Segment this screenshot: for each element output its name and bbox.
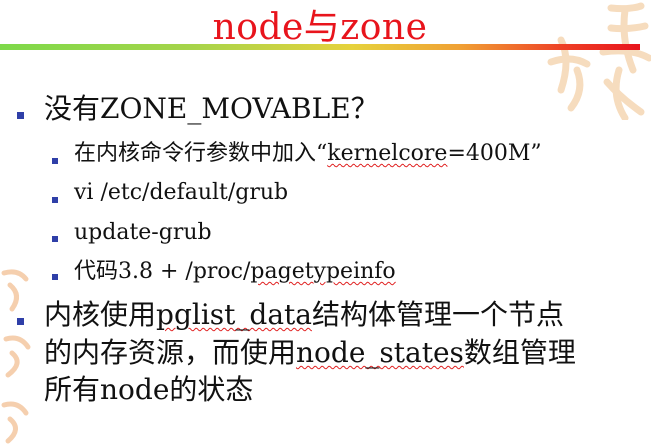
bullet-item: 没有ZONE_MOVABLE？ [44, 92, 379, 126]
bullet-item-continuation: 所有node的状态 [44, 373, 253, 407]
spellcheck-term: pagetypeinfo [250, 259, 396, 284]
bullet-icon [52, 236, 58, 242]
slide: node与zone 没有ZONE_MOVABLE？ 在内核命令行参数中加入“ke… [0, 0, 655, 446]
bullet-item-text: 代码3.8 + /proc/ [74, 259, 251, 284]
bullet-item-text: 内核使用 [44, 298, 157, 331]
bullet-item-text: 数组管理 [463, 336, 576, 369]
title-gradient-bar [0, 44, 640, 50]
bullet-item-text: =400M” [447, 141, 542, 166]
bullet-icon [17, 112, 24, 119]
bullet-icon [52, 274, 58, 280]
bullet-item: 内核使用pglist_data结构体管理一个节点 [44, 298, 564, 332]
bullet-item-text: 所有node的状态 [44, 373, 254, 406]
bullet-item-text: vi /etc/default/grub [74, 180, 289, 205]
bullet-icon [17, 318, 24, 325]
bullet-item-text: 结构体管理一个节点 [311, 298, 564, 331]
bullet-item-text: 的内存资源，而使用 [44, 336, 297, 369]
bullet-item: vi /etc/default/grub [74, 179, 288, 207]
spellcheck-term: node_states [296, 336, 464, 369]
bullet-item: 在内核命令行参数中加入“kernelcore=400M” [74, 140, 542, 168]
bullet-icon [52, 197, 58, 203]
left-calligraphy-decoration-icon [1, 269, 31, 444]
bullet-item: update-grub [74, 219, 212, 247]
bullet-item-continuation: 的内存资源，而使用node_states数组管理 [44, 336, 576, 370]
spellcheck-term: pglist_data [156, 298, 312, 331]
spellcheck-term: kernelcore [327, 141, 448, 166]
bullet-item: 代码3.8 + /proc/pagetypeinfo [74, 258, 396, 286]
bullet-item-text: 没有ZONE_MOVABLE？ [44, 92, 379, 125]
bullet-icon [52, 158, 58, 164]
bullet-item-text: 在内核命令行参数中加入“ [74, 141, 328, 166]
bullet-item-text: update-grub [74, 220, 212, 245]
